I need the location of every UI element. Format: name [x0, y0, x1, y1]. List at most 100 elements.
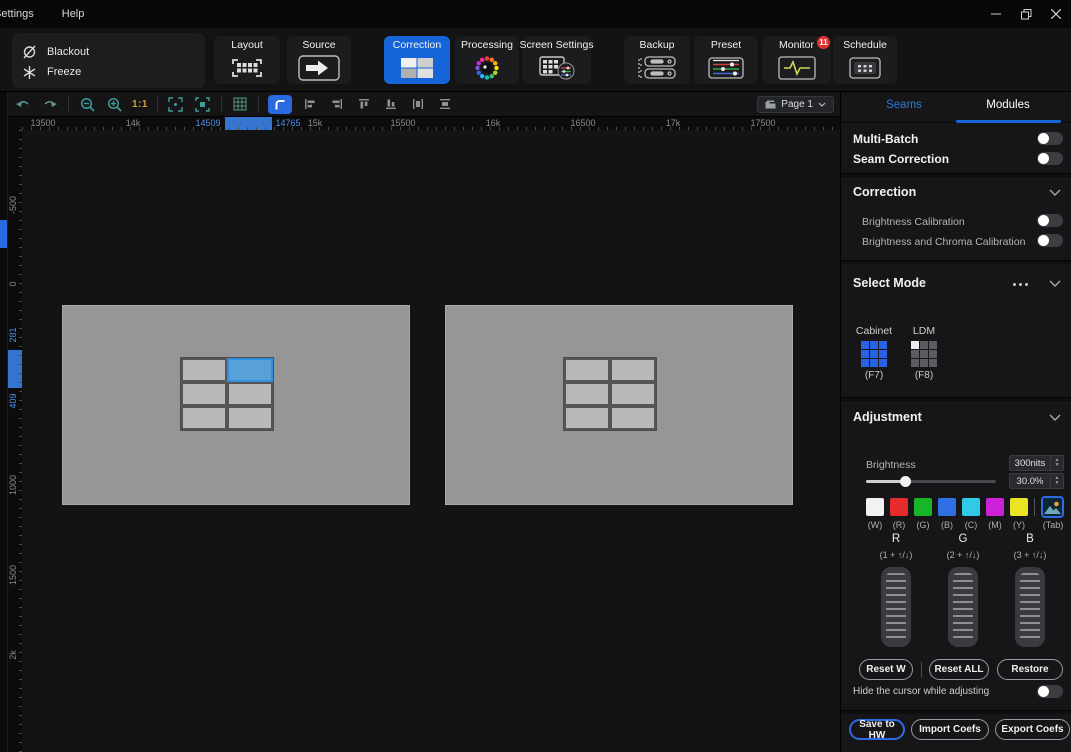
- tab-schedule[interactable]: Schedule: [833, 36, 897, 84]
- brightness-slider-knob[interactable]: [900, 476, 911, 487]
- editor-canvas[interactable]: [22, 130, 840, 752]
- select-mode-cabinet[interactable]: Cabinet (F7): [848, 325, 900, 381]
- swatch-key-label: (Y): [1013, 520, 1025, 530]
- menu-settings[interactable]: Settings: [0, 8, 48, 20]
- cabinet-cell[interactable]: [564, 406, 610, 430]
- cabinet-cell[interactable]: [181, 382, 227, 406]
- menu-help[interactable]: Help: [48, 8, 99, 20]
- more-options-icon[interactable]: [1013, 283, 1028, 286]
- page-icon: [765, 100, 776, 109]
- canvas-toolbar: 1:1 Page 1: [0, 92, 840, 117]
- swatch-cyan[interactable]: [962, 498, 980, 516]
- distribute-horizontal-icon[interactable]: [409, 95, 427, 113]
- correction-section-title: Correction: [853, 185, 916, 199]
- align-top-icon[interactable]: [355, 95, 373, 113]
- save-to-hw-button[interactable]: Save to HW: [849, 719, 905, 740]
- tab-screen-settings[interactable]: Screen Settings: [522, 36, 591, 84]
- minimize-icon[interactable]: [989, 7, 1003, 21]
- tab-seams[interactable]: Seams: [886, 99, 922, 111]
- backup-devices-icon: [637, 51, 677, 84]
- channel-g-thumbwheel[interactable]: [948, 567, 978, 647]
- zoom-out-icon[interactable]: [78, 95, 96, 113]
- align-right-icon[interactable]: [328, 95, 346, 113]
- import-coefs-button[interactable]: Import Coefs: [911, 719, 989, 740]
- brightness-percent-input[interactable]: 30.0% ▲▼: [1009, 473, 1064, 489]
- page-selector-label: Page 1: [781, 99, 813, 110]
- swatch-divider: [1034, 498, 1035, 516]
- cabinet-cell[interactable]: [610, 358, 656, 382]
- export-coefs-button[interactable]: Export Coefs: [995, 719, 1070, 740]
- calendar-icon: [849, 51, 881, 84]
- tab-monitor[interactable]: Monitor11: [762, 36, 831, 84]
- chevron-down-icon[interactable]: [1049, 189, 1061, 197]
- channel-r-label: R: [892, 533, 900, 545]
- cabinet-cell[interactable]: [181, 406, 227, 430]
- restore-icon[interactable]: [1019, 7, 1033, 21]
- ruler-tick-label: 1000: [8, 475, 18, 495]
- redo-icon[interactable]: [41, 95, 59, 113]
- zoom-ratio-button[interactable]: 1:1: [132, 99, 148, 110]
- swatch-green[interactable]: [914, 498, 932, 516]
- spinner-arrows-icon[interactable]: ▲▼: [1050, 474, 1063, 488]
- ruler-tick-label: 1500: [8, 565, 18, 585]
- cabinet-cell[interactable]: [227, 382, 273, 406]
- page-selector[interactable]: Page 1: [757, 96, 834, 113]
- blackout-button[interactable]: Blackout: [22, 44, 89, 60]
- focus-selection-icon[interactable]: [194, 95, 212, 113]
- tab-layout[interactable]: Layout: [214, 36, 280, 84]
- freeze-label: Freeze: [47, 66, 81, 78]
- channel-b-thumbwheel[interactable]: [1015, 567, 1045, 647]
- swatch-magenta[interactable]: [986, 498, 1004, 516]
- swatch-blue[interactable]: [938, 498, 956, 516]
- zoom-in-icon[interactable]: [105, 95, 123, 113]
- section-divider: [841, 260, 1071, 264]
- brightness-calibration-toggle[interactable]: [1037, 214, 1063, 227]
- cabinet-cell[interactable]: [227, 358, 273, 382]
- tab-backup[interactable]: Backup: [624, 36, 690, 84]
- ruler-tick-label: 14k: [126, 118, 141, 128]
- tab-modules[interactable]: Modules: [986, 99, 1029, 111]
- seam-correction-toggle[interactable]: [1037, 152, 1063, 165]
- grid-toggle-icon[interactable]: [231, 95, 249, 113]
- cabinet-cell[interactable]: [564, 382, 610, 406]
- brightness-chroma-calibration-label: Brightness and Chroma Calibration: [862, 236, 1025, 248]
- cabinet-cell[interactable]: [181, 358, 227, 382]
- vertical-ruler-selection: [8, 350, 22, 388]
- swatch-yellow[interactable]: [1010, 498, 1028, 516]
- tab-correction[interactable]: Correction: [384, 36, 450, 84]
- reset-w-button[interactable]: Reset W: [859, 659, 913, 680]
- freeze-button[interactable]: Freeze: [22, 64, 81, 80]
- align-left-icon[interactable]: [301, 95, 319, 113]
- brightness-nits-input[interactable]: 300nits ▲▼: [1009, 455, 1064, 471]
- multi-batch-toggle[interactable]: [1037, 132, 1063, 145]
- cabinet-cell[interactable]: [610, 406, 656, 430]
- swatch-red[interactable]: [890, 498, 908, 516]
- cabinet-cell[interactable]: [610, 382, 656, 406]
- tab-processing[interactable]: Processing: [455, 36, 519, 84]
- channel-r-thumbwheel[interactable]: [881, 567, 911, 647]
- close-icon[interactable]: [1049, 7, 1063, 21]
- reset-all-button[interactable]: Reset ALL: [929, 659, 989, 680]
- chevron-down-icon[interactable]: [1049, 280, 1061, 288]
- tab-preset[interactable]: Preset: [694, 36, 758, 84]
- correction-panels-icon: [400, 51, 434, 84]
- distribute-vertical-icon[interactable]: [436, 95, 454, 113]
- undo-icon[interactable]: [14, 95, 32, 113]
- cabinet-cell[interactable]: [564, 358, 610, 382]
- hide-cursor-toggle[interactable]: [1037, 685, 1063, 698]
- cabinet-cell[interactable]: [227, 406, 273, 430]
- brightness-slider[interactable]: [866, 480, 996, 483]
- select-mode-ldm[interactable]: LDM (F8): [898, 325, 950, 381]
- fit-view-icon[interactable]: [167, 95, 185, 113]
- spinner-arrows-icon[interactable]: ▲▼: [1050, 456, 1063, 470]
- align-bottom-icon[interactable]: [382, 95, 400, 113]
- restore-button[interactable]: Restore: [997, 659, 1063, 680]
- swatch-white[interactable]: [866, 498, 884, 516]
- swatch-image-tab[interactable]: [1041, 496, 1064, 518]
- tab-backup-label: Backup: [639, 39, 674, 51]
- chevron-down-icon[interactable]: [1049, 414, 1061, 422]
- ruler-tick-label: 281: [8, 327, 18, 342]
- tab-source[interactable]: Source: [287, 36, 351, 84]
- brightness-chroma-calibration-toggle[interactable]: [1037, 234, 1063, 247]
- snap-tool-button[interactable]: [268, 95, 292, 114]
